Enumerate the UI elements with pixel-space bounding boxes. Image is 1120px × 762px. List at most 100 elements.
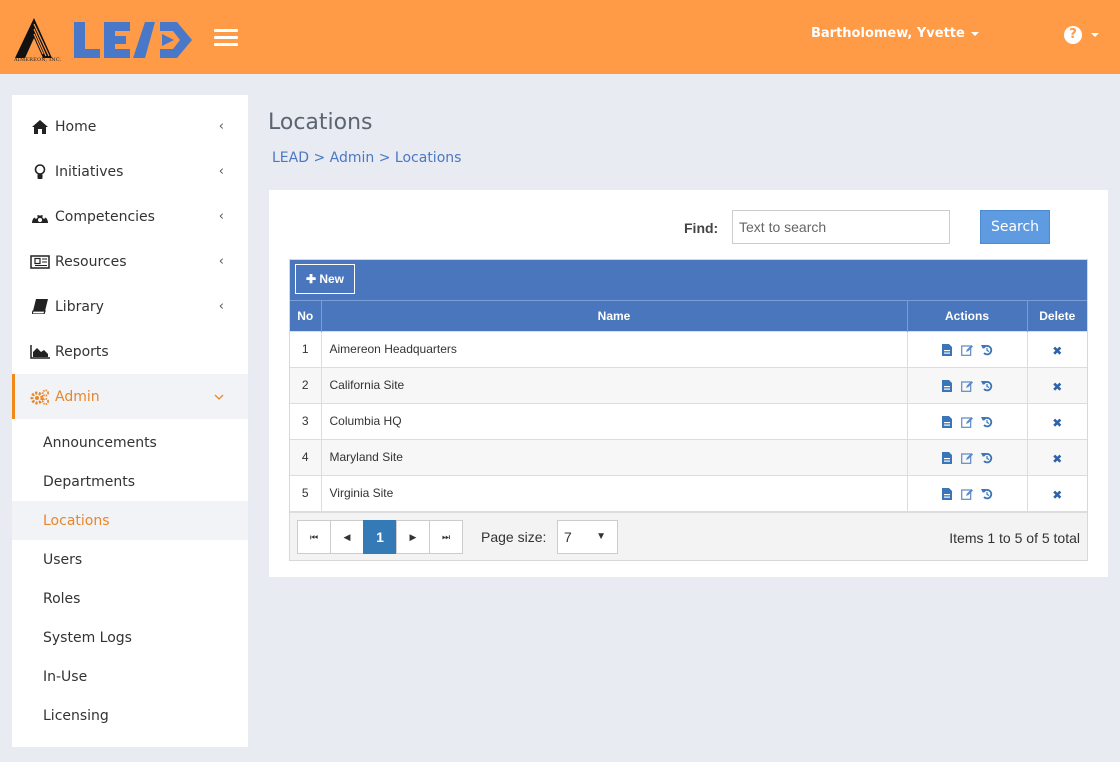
table-row[interactable]: 3 Columbia HQ ✖ [290,402,1087,439]
row-delete: ✖ [1027,330,1087,367]
hamburger-icon-bar [214,36,238,39]
edit-icon[interactable] [961,344,973,356]
sidebar-item-label: Resources [55,253,127,270]
row-actions [907,474,1028,511]
sidebar-item-label: Initiatives [55,163,124,180]
lead-logo[interactable]: AIMEREON, INC. [12,14,197,66]
table-row[interactable]: 5 Virginia Site ✖ [290,474,1087,511]
sidebar-item-reports[interactable]: Reports [12,329,248,374]
menu-toggle-button[interactable] [214,29,238,47]
history-icon[interactable] [981,380,993,392]
pager: ⏮ ◀ 1 ▶ ⏭ Page size: 7 ▼ Items 1 to 5 of… [290,511,1087,560]
edit-icon[interactable] [961,452,973,464]
user-menu-dropdown[interactable]: Bartholomew, Yvette [811,26,979,41]
sidebar-item-label: Reports [55,343,109,360]
new-label: New [319,272,345,286]
history-icon[interactable] [981,488,993,500]
caret-down-icon [1091,33,1099,37]
history-icon[interactable] [981,416,993,428]
dashboard-icon [30,208,50,226]
home-icon [30,118,50,136]
sidebar-subitem-departments[interactable]: Departments [12,462,248,501]
table-row[interactable]: 2 California Site ✖ [290,366,1087,403]
sidebar-item-label: Competencies [55,208,155,225]
search-button[interactable]: Search [980,210,1050,244]
prev-page-button[interactable]: ◀ [330,520,364,554]
delete-icon[interactable]: ✖ [1051,488,1063,502]
sidebar-subitem-locations[interactable]: Locations [12,501,248,540]
history-icon[interactable] [981,344,993,356]
location-name: California Site [321,366,908,403]
company-name: AIMEREON, INC. [14,57,62,63]
help-menu-dropdown[interactable]: ? [1064,26,1099,44]
dropdown-arrow-icon: ▼ [596,531,606,542]
caret-down-icon [970,31,979,36]
view-details-icon[interactable] [941,451,953,464]
sidebar-item-admin[interactable]: Admin [12,374,248,419]
view-details-icon[interactable] [941,379,953,392]
location-name: Maryland Site [321,438,908,475]
breadcrumb-separator: > [313,150,326,166]
breadcrumb: LEAD > Admin > Locations [272,150,461,166]
row-actions [907,438,1028,475]
view-details-icon[interactable] [941,415,953,428]
sidebar-subitem-roles[interactable]: Roles [12,579,248,618]
question-circle-icon: ? [1064,26,1082,44]
sidebar-item-competencies[interactable]: Competencies ‹ [12,194,248,239]
table-row[interactable]: 1 Aimereon Headquarters ✖ [290,330,1087,367]
sidebar-subitem-announcements[interactable]: Announcements [12,423,248,462]
delete-icon[interactable]: ✖ [1051,452,1063,466]
new-location-button[interactable]: ✚ New [295,264,355,294]
breadcrumb-lead[interactable]: LEAD [272,150,309,166]
page-size-label: Page size: [481,529,547,545]
search-input[interactable] [732,210,950,244]
sidebar-item-resources[interactable]: Resources ‹ [12,239,248,284]
edit-icon[interactable] [961,488,973,500]
location-name: Aimereon Headquarters [321,330,908,367]
edit-icon[interactable] [961,416,973,428]
chevron-left-icon: ‹ [218,299,224,314]
row-number: 1 [290,330,322,367]
sidebar-subitem-licensing[interactable]: Licensing [12,696,248,735]
row-delete: ✖ [1027,474,1087,511]
view-details-icon[interactable] [941,343,953,356]
sidebar-subitem-system-logs[interactable]: System Logs [12,618,248,657]
pager-info: Items 1 to 5 of 5 total [949,530,1080,546]
sidebar-item-initiatives[interactable]: Initiatives ‹ [12,149,248,194]
sidebar-item-label: Admin [55,388,100,405]
row-delete: ✖ [1027,402,1087,439]
locations-table: No Name Actions Delete 1 Aimereon Headqua… [290,301,1087,511]
sidebar-item-label: Library [55,298,104,315]
breadcrumb-admin[interactable]: Admin [330,150,375,166]
next-page-icon: ▶ [409,531,417,542]
page-size-select[interactable]: 7 ▼ [557,520,618,554]
sidebar-item-home[interactable]: Home ‹ [12,104,248,149]
column-header-actions: Actions [907,301,1028,331]
delete-icon[interactable]: ✖ [1051,344,1063,358]
sidebar-subitem-users[interactable]: Users [12,540,248,579]
delete-icon[interactable]: ✖ [1051,416,1063,430]
sidebar-item-label: Home [55,118,97,135]
last-page-button[interactable]: ⏭ [429,520,463,554]
chevron-left-icon: ‹ [218,209,224,224]
table-row[interactable]: 4 Maryland Site ✖ [290,438,1087,475]
column-header-name[interactable]: Name [321,301,908,331]
row-number: 5 [290,474,322,511]
column-header-no[interactable]: No [290,301,322,331]
prev-page-icon: ◀ [343,531,351,542]
locations-grid: ✚ New No Name Actions Delete 1 Aimereon H… [289,259,1088,561]
page-button-current[interactable]: 1 [363,520,397,554]
history-icon[interactable] [981,452,993,464]
delete-icon[interactable]: ✖ [1051,380,1063,394]
first-page-button[interactable]: ⏮ [297,520,331,554]
next-page-button[interactable]: ▶ [396,520,430,554]
row-actions [907,330,1028,367]
chevron-left-icon: ‹ [218,119,224,134]
edit-icon[interactable] [961,380,973,392]
view-details-icon[interactable] [941,488,953,501]
last-page-icon: ⏭ [441,531,451,542]
sidebar-subitem-in-use[interactable]: In-Use [12,657,248,696]
sidebar-item-library[interactable]: Library ‹ [12,284,248,329]
breadcrumb-locations[interactable]: Locations [395,150,462,166]
sidebar: Home ‹ Initiatives ‹ Competencies ‹ Reso… [12,95,248,747]
